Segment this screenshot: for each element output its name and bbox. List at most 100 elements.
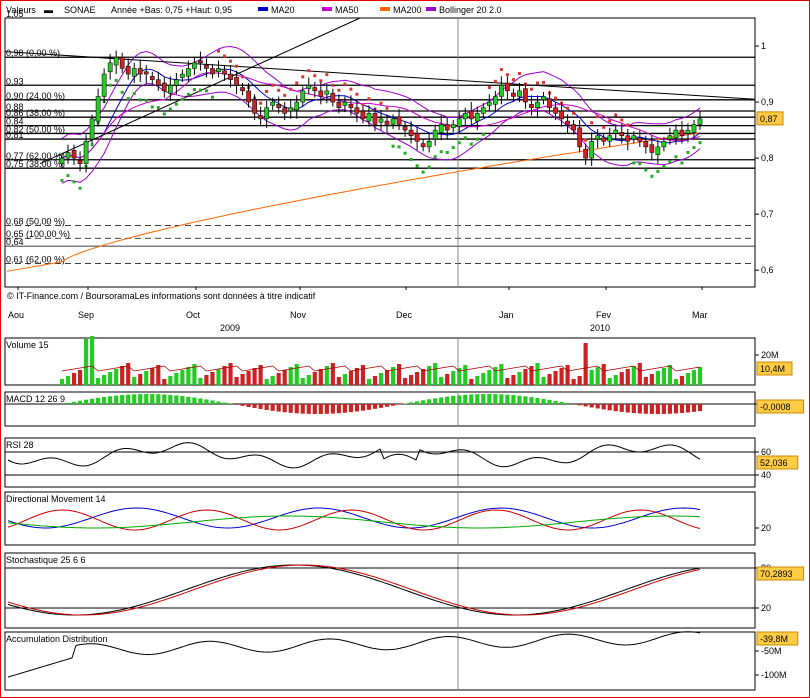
- volume-last-value: 10,4M: [760, 364, 785, 374]
- volume-bar: [661, 368, 666, 385]
- candle-body: [667, 135, 673, 140]
- fib-label-2: 0,93: [6, 76, 24, 86]
- volume-bar: [643, 377, 648, 385]
- sar-dot: [90, 143, 94, 147]
- candle-body: [589, 141, 594, 159]
- candle-body: [192, 62, 197, 69]
- macd-bar: [559, 401, 564, 404]
- fib-label-11: 0,68 (50,00 %): [6, 216, 65, 226]
- volume-bar: [264, 379, 269, 385]
- sar-dot: [319, 79, 323, 83]
- candle-body: [143, 71, 149, 75]
- sar-dot: [680, 161, 684, 165]
- sar-dot: [620, 118, 624, 122]
- candle-body: [517, 90, 522, 97]
- sar-dot: [572, 111, 576, 115]
- sar-dot: [271, 83, 275, 87]
- macd-bar: [625, 404, 630, 413]
- candle-body: [505, 82, 510, 92]
- sar-dot: [168, 107, 172, 111]
- volume-bar: [312, 372, 317, 385]
- legend-swatch-0: [258, 7, 268, 11]
- fib-label-10: 0,75 (38,00 %): [6, 159, 65, 169]
- volume-bar: [168, 376, 173, 385]
- volume-bar: [427, 366, 432, 385]
- sar-dot: [325, 73, 329, 77]
- macd-bar: [583, 404, 588, 407]
- macd-bar: [384, 404, 390, 407]
- sar-dot: [614, 113, 618, 117]
- volume-bar: [204, 375, 209, 385]
- candle-body: [487, 101, 492, 106]
- sar-dot: [186, 92, 190, 96]
- candle-body: [125, 65, 131, 75]
- candle-body: [246, 90, 251, 103]
- candle-body: [342, 101, 348, 106]
- candle-body: [583, 148, 588, 159]
- volume-bar: [186, 367, 191, 385]
- macd-bar: [649, 404, 654, 414]
- macd-bar: [168, 394, 173, 404]
- candle-body: [649, 144, 655, 153]
- volume-bar: [571, 379, 576, 385]
- candle-body: [414, 133, 420, 142]
- candle-body: [101, 73, 107, 97]
- volume-bar: [511, 375, 516, 385]
- volume-bar: [595, 367, 600, 385]
- sar-dot: [162, 112, 166, 116]
- volume-bar: [655, 371, 660, 385]
- xtick-label-5: Jan: [499, 310, 514, 320]
- stochastic-title: Stochastique 25 6 6: [6, 555, 86, 565]
- sar-dot: [421, 170, 425, 174]
- macd-bar: [535, 397, 540, 404]
- volume-bar: [547, 374, 552, 385]
- sar-dot: [481, 132, 485, 136]
- sar-dot: [174, 102, 178, 106]
- volume-bar: [222, 366, 227, 385]
- sar-dot: [427, 165, 431, 169]
- sar-dot: [283, 93, 287, 97]
- volume-bar: [336, 377, 341, 385]
- macd-bar: [294, 404, 299, 414]
- macd-bar: [77, 400, 83, 404]
- volume-bar: [415, 372, 420, 385]
- candle-body: [438, 124, 444, 133]
- volume-bar: [156, 365, 161, 385]
- macd-bar: [126, 394, 131, 404]
- candle-body: [685, 129, 691, 134]
- accumulation-panel: [4, 631, 756, 691]
- sar-dot: [554, 96, 558, 100]
- macd-bar: [276, 404, 281, 412]
- sar-dot: [114, 78, 118, 82]
- sar-dot: [223, 54, 227, 58]
- volume-bar: [174, 373, 179, 385]
- candle-body: [107, 62, 113, 73]
- volume-bar: [216, 369, 221, 385]
- candle-body: [426, 141, 432, 148]
- volume-bar: [83, 339, 89, 385]
- macd-bar: [402, 403, 408, 404]
- sar-dot: [265, 89, 269, 93]
- macd-bar: [529, 397, 534, 404]
- stoch-20-ytick-label: 20: [761, 603, 771, 613]
- volume-bar: [246, 371, 251, 385]
- sar-dot: [307, 69, 311, 73]
- macd-bar: [589, 404, 594, 408]
- sar-dot: [493, 79, 497, 83]
- macd-bar: [439, 397, 444, 404]
- sar-dot: [590, 121, 594, 125]
- macd-bar: [336, 404, 341, 414]
- candle-body: [456, 118, 462, 127]
- macd-bar: [523, 396, 528, 404]
- candle-body: [462, 113, 468, 120]
- macd-bar: [186, 396, 191, 404]
- volume-bar: [270, 376, 275, 385]
- macd-bar: [300, 404, 305, 414]
- fib-label-3: 0,90 (24,00 %): [6, 91, 65, 101]
- macd-bar: [643, 404, 648, 414]
- macd-bar: [222, 402, 227, 404]
- candle-body: [697, 118, 703, 125]
- sar-dot: [144, 99, 148, 103]
- rsi-panel: [4, 437, 756, 488]
- sar-dot: [451, 146, 455, 150]
